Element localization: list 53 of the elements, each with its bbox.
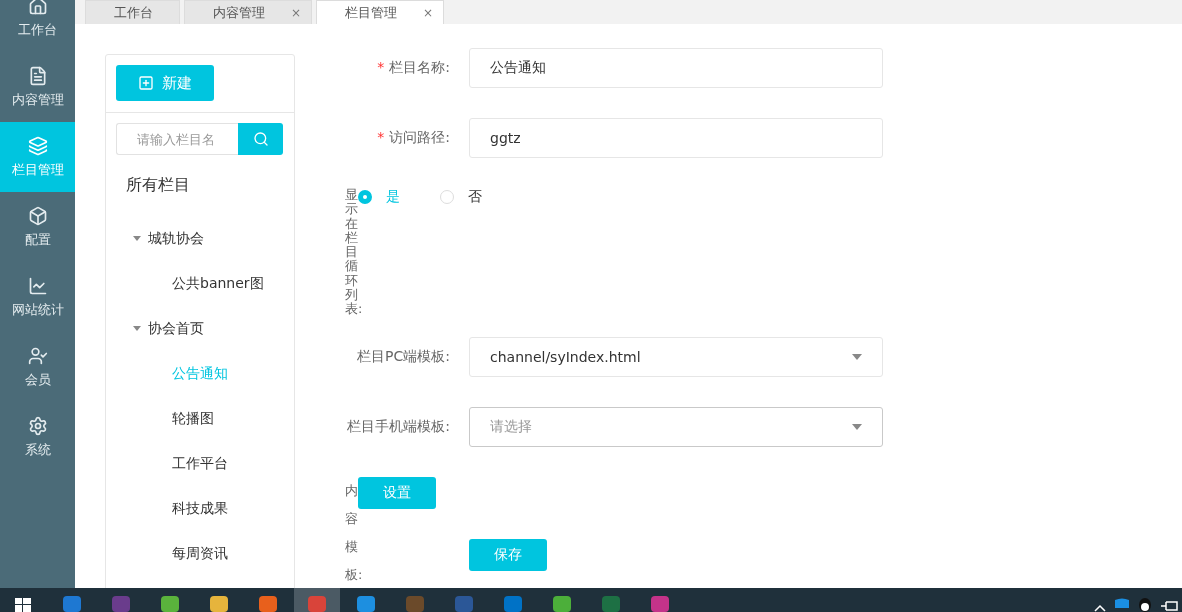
search-button[interactable]: [238, 123, 283, 155]
search-icon: [252, 131, 269, 147]
chevron-up-icon[interactable]: [1094, 604, 1106, 612]
sidebar-item[interactable]: 系统: [0, 402, 75, 472]
radio-button[interactable]: [440, 190, 454, 204]
tab[interactable]: 内容管理 ×: [184, 0, 313, 24]
sidebar-item[interactable]: 会员: [0, 332, 75, 402]
text-field[interactable]: ggtz: [469, 118, 883, 158]
text-field[interactable]: 公告通知: [469, 48, 883, 88]
sidebar-item-icon: [27, 346, 48, 366]
sidebar-item[interactable]: 配置: [0, 192, 75, 262]
field-label: 栏目名称:: [389, 59, 450, 75]
sidebar-item[interactable]: 内容管理: [0, 52, 75, 122]
radio-button[interactable]: [358, 190, 372, 204]
tree-item[interactable]: 每周资讯: [172, 544, 228, 563]
tree-item[interactable]: 工作平台: [172, 454, 228, 473]
tree-root[interactable]: 所有栏目: [126, 175, 294, 196]
taskbar-app-icon[interactable]: [552, 594, 572, 612]
sidebar-item[interactable]: 工作台: [0, 0, 75, 52]
sidebar-item-icon: [27, 416, 48, 436]
tab[interactable]: 栏目管理 ×: [316, 0, 445, 24]
tree-item[interactable]: 轮播图: [172, 409, 214, 428]
taskbar-app-icon[interactable]: [209, 594, 229, 612]
select-field[interactable]: channel/syIndex.html: [469, 336, 883, 377]
tree-item[interactable]: 公共banner图: [172, 274, 264, 293]
tree-item[interactable]: 科技成果: [172, 499, 228, 518]
sidebar-item-icon: [27, 206, 48, 226]
taskbar-app-icon[interactable]: [62, 594, 82, 612]
dropdown-caret-icon: [852, 353, 862, 360]
tree-item[interactable]: 协会首页: [148, 319, 204, 338]
tab[interactable]: 工作台: [85, 0, 180, 24]
sidebar-item[interactable]: 网站统计: [0, 262, 75, 332]
dropdown-caret-icon: [852, 423, 862, 430]
sidebar-item-icon: [27, 276, 48, 296]
required-mark: *: [377, 129, 385, 145]
field-label: 栏目PC端模板:: [356, 347, 450, 366]
search-field[interactable]: 请输入栏目名: [116, 123, 238, 155]
sidebar-item-icon: [27, 0, 48, 16]
field-label: 访问路径:: [389, 129, 450, 145]
close-icon[interactable]: ×: [291, 5, 312, 20]
plus-square-icon: [138, 75, 154, 91]
tree-item[interactable]: 城轨协会: [148, 229, 204, 248]
taskbar-app-icon[interactable]: [160, 594, 180, 612]
sidebar-item-icon: [27, 136, 48, 156]
required-mark: *: [377, 59, 385, 75]
field-label: 栏目手机端模板:: [346, 417, 450, 436]
expand-caret-icon[interactable]: [133, 326, 141, 331]
radio-option[interactable]: 否: [440, 188, 482, 206]
expand-caret-icon[interactable]: [133, 236, 141, 241]
taskbar-app-icon[interactable]: [356, 594, 376, 612]
close-icon[interactable]: ×: [423, 5, 444, 20]
taskbar-app-icon[interactable]: [258, 594, 278, 612]
windows-icon: [15, 596, 31, 612]
